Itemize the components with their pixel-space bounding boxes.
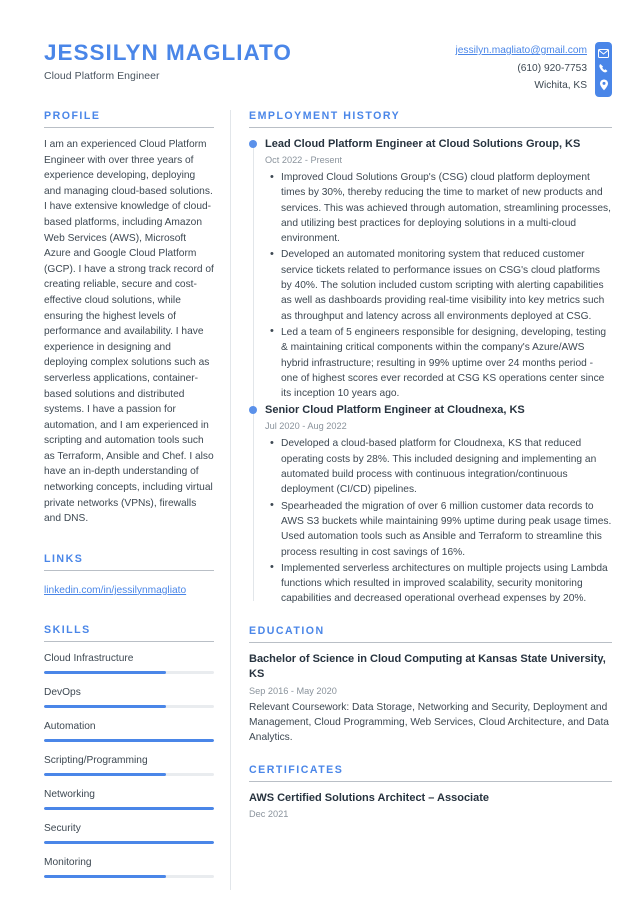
skill-level-fill (44, 874, 167, 878)
location-pin-icon (599, 79, 609, 91)
skill-item: Security (44, 821, 214, 855)
contact-icon-rail (595, 42, 612, 97)
divider (44, 640, 214, 642)
education-degree: Bachelor of Science in Cloud Computing a… (249, 652, 606, 681)
phone-icon (598, 63, 609, 74)
skill-item: Automation (44, 719, 214, 753)
skill-label: Monitoring (44, 856, 92, 868)
divider (249, 780, 612, 782)
list-item: Developed an automated monitoring system… (270, 247, 612, 323)
list-item: Improved Cloud Solutions Group's (CSG) c… (270, 169, 612, 246)
skill-level-fill (44, 704, 167, 708)
employment-job-title: Lead Cloud Platform Engineer at Cloud So… (265, 138, 581, 150)
list-item: Spearheaded the migration of over 6 mill… (270, 498, 612, 560)
skills-list: Cloud Infrastructure DevOps Automation Scri… (44, 651, 214, 889)
list-item: Implemented serverless architectures on … (270, 560, 612, 607)
certificates-list: AWS Certified Solutions Architect – Asso… (249, 791, 612, 822)
education-section-title: EDUCATION (249, 624, 325, 637)
skill-level-bar (44, 738, 214, 742)
skill-label: Scripting/Programming (44, 754, 148, 766)
divider (44, 127, 214, 128)
skill-item: DevOps (44, 685, 214, 719)
profile-section-title: PROFILE (44, 110, 101, 122)
resume-header: JESSILYN MAGLIATO Cloud Platform Enginee… (0, 0, 640, 110)
section-education: EDUCATION Bachelor of Science in Cloud C… (249, 625, 612, 746)
education-entry: Bachelor of Science in Cloud Computing a… (249, 652, 612, 746)
skill-item: Cloud Infrastructure (44, 651, 214, 685)
skill-level-fill (44, 738, 214, 742)
list-item: Led a team of 5 engineers responsible fo… (270, 324, 612, 401)
contact-location: Wichita, KS (534, 80, 587, 91)
skill-level-fill (44, 806, 214, 810)
skill-level-bar (44, 874, 214, 878)
section-links: LINKS linkedin.com/in/jessilynmagliato (44, 553, 214, 598)
header-identity: JESSILYN MAGLIATO Cloud Platform Enginee… (44, 36, 292, 82)
employment-section-title: EMPLOYMENT HISTORY (249, 110, 401, 122)
divider (44, 569, 214, 571)
right-column: EMPLOYMENT HISTORY Lead Cloud Platform E… (231, 110, 612, 823)
certificate-date: Dec 2021 (249, 809, 289, 820)
envelope-icon (598, 48, 609, 58)
employment-timeline: Lead Cloud Platform Engineer at Cloud So… (249, 137, 612, 607)
contact-lines: jessilyn.magliato@gmail.com (610) 920-77… (455, 42, 595, 95)
skill-label: Security (44, 822, 81, 834)
link-item[interactable]: linkedin.com/in/jessilynmagliato (44, 583, 186, 598)
certificate-name: AWS Certified Solutions Architect – Asso… (249, 791, 490, 804)
skill-level-fill (44, 772, 167, 776)
employment-dates: Jul 2020 - Aug 2022 (265, 421, 347, 432)
contact-email-link[interactable]: jessilyn.magliato@gmail.com (455, 42, 587, 60)
skill-label: DevOps (44, 686, 81, 698)
section-skills: SKILLS Cloud Infrastructure DevOps Automat… (44, 624, 214, 889)
skill-label: Cloud Infrastructure (44, 652, 134, 664)
contact-phone: (610) 920-7753 (517, 62, 587, 74)
page-title: JESSILYN MAGLIATO (44, 40, 292, 65)
certificate-entry: AWS Certified Solutions Architect – Asso… (249, 791, 612, 822)
employment-job-title: Senior Cloud Platform Engineer at Cloudn… (265, 404, 525, 417)
profile-text: I am an experienced Cloud Platform Engin… (44, 139, 214, 525)
certificates-section-title: CERTIFICATES (249, 763, 344, 776)
section-profile: PROFILE I am an experienced Cloud Platfo… (44, 110, 214, 527)
section-certificates: CERTIFICATES AWS Certified Solutions Arc… (249, 764, 612, 822)
skill-level-bar (44, 806, 214, 810)
resume-body: PROFILE I am an experienced Cloud Platfo… (0, 110, 640, 890)
skill-level-bar (44, 840, 214, 844)
skill-level-bar (44, 772, 214, 776)
employment-bullet-list: Developed a cloud-based platform for Clo… (265, 436, 612, 606)
links-section-title: LINKS (44, 552, 84, 565)
list-item: Developed a cloud-based platform for Clo… (270, 436, 612, 497)
education-list: Bachelor of Science in Cloud Computing a… (249, 652, 612, 746)
skill-level-bar (44, 704, 214, 708)
timeline-dot-icon (249, 406, 257, 415)
resume-page: JESSILYN MAGLIATO Cloud Platform Enginee… (0, 0, 640, 905)
skill-level-bar (44, 670, 214, 674)
employment-entry: Lead Cloud Platform Engineer at Cloud So… (249, 137, 612, 401)
section-employment: EMPLOYMENT HISTORY Lead Cloud Platform E… (249, 110, 612, 607)
employment-dates: Oct 2022 - Present (265, 155, 343, 165)
header-contact: jessilyn.magliato@gmail.com (610) 920-77… (455, 36, 612, 97)
left-column: PROFILE I am an experienced Cloud Platfo… (44, 110, 230, 889)
header-job-title: Cloud Platform Engineer (44, 69, 160, 82)
education-description: Relevant Coursework: Data Storage, Netwo… (249, 701, 609, 744)
skill-level-fill (44, 670, 167, 674)
skill-label: Automation (44, 720, 96, 732)
employment-entry: Senior Cloud Platform Engineer at Cloudn… (249, 403, 612, 606)
skill-level-fill (44, 840, 214, 844)
skill-item: Monitoring (44, 855, 214, 889)
skill-label: Networking (44, 788, 95, 800)
divider (249, 641, 612, 643)
skill-item: Networking (44, 787, 214, 821)
education-dates: Sep 2016 - May 2020 (249, 685, 337, 696)
divider (249, 127, 612, 128)
employment-bullet-list: Improved Cloud Solutions Group's (CSG) c… (265, 169, 612, 401)
skill-item: Scripting/Programming (44, 753, 214, 787)
skills-section-title: SKILLS (44, 623, 91, 636)
timeline-dot-icon (249, 140, 257, 148)
